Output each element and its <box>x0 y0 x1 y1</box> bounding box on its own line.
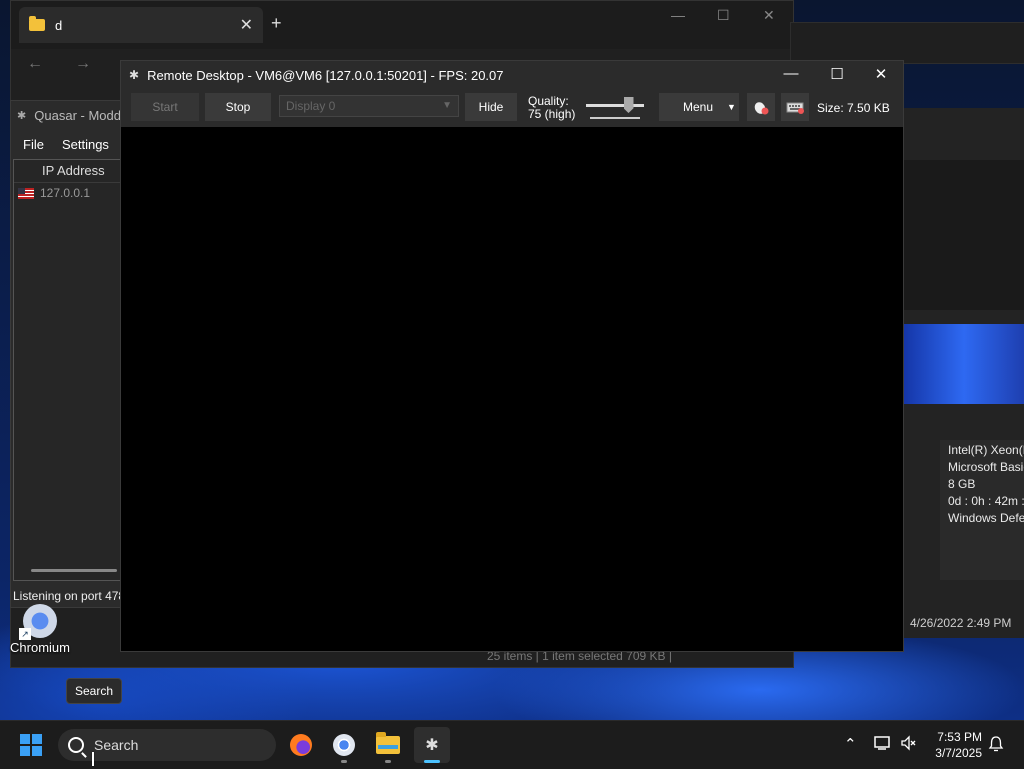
taskbar-chrome[interactable] <box>326 727 362 763</box>
taskbar-firefox[interactable] <box>283 727 319 763</box>
desktop-icon-chromium[interactable]: ↗ Chromium <box>8 604 72 655</box>
chevron-up-icon[interactable]: ⌃ <box>844 735 857 753</box>
folder-icon <box>29 16 45 31</box>
mouse-control-button[interactable] <box>747 93 775 121</box>
desktop-icon-label: Chromium <box>10 640 70 655</box>
list-item[interactable]: 127.0.0.1 <box>14 183 122 203</box>
menu-button[interactable]: Menu ▼ <box>659 93 739 121</box>
sysinfo-gpu: Microsoft Basic <box>948 460 1024 474</box>
taskbar: Search ✱ ⌃ 7:53 PM 3/7/2025 <box>0 720 1024 769</box>
column-ip-address[interactable]: IP Address <box>14 160 122 183</box>
quality-slider[interactable] <box>584 97 648 119</box>
sysinfo-cpu: Intel(R) Xeon(R) <box>948 443 1024 457</box>
explorer-tab-title: d <box>55 17 63 33</box>
taskbar-file-explorer[interactable] <box>370 727 406 763</box>
explorer-tab-bar: d ✕ + — ☐ ✕ <box>11 1 793 49</box>
quality-label: Quality: 75 (high) <box>528 95 575 121</box>
forward-arrow-icon[interactable]: → <box>75 55 91 73</box>
running-indicator <box>385 760 391 763</box>
chevron-down-icon: ▼ <box>442 100 452 111</box>
quality-value: 75 (high) <box>528 107 576 121</box>
volume-muted-icon[interactable] <box>900 735 918 755</box>
explorer-tab[interactable]: d ✕ <box>19 7 263 43</box>
quasar-icon: ✱ <box>425 737 439 754</box>
horizontal-scrollbar[interactable] <box>31 569 117 572</box>
slider-thumb[interactable] <box>623 97 634 113</box>
display-select-value: Display 0 <box>286 99 336 113</box>
taskbar-search-box[interactable]: Search <box>58 729 276 761</box>
explorer-minimize-button[interactable]: — <box>671 7 685 23</box>
date-modified: 4/26/2022 2:49 PM <box>910 616 1012 630</box>
caret-down-icon: ▼ <box>727 102 736 112</box>
frame-size-label: Size: 7.50 KB <box>817 101 890 115</box>
clock-time: 7:53 PM <box>937 730 982 744</box>
mouse-icon <box>754 102 769 115</box>
client-ip: 127.0.0.1 <box>40 186 91 200</box>
remote-desktop-title-bar[interactable]: ✱ Remote Desktop - VM6@VM6 [127.0.0.1:50… <box>121 61 903 89</box>
windows-start-icon[interactable] <box>20 734 42 756</box>
display-select[interactable]: Display 0 ▼ <box>279 95 459 117</box>
rd-minimize-button[interactable]: — <box>771 65 811 82</box>
text-cursor <box>92 752 94 766</box>
quasar-title: Quasar - Modd <box>34 107 121 123</box>
rd-close-button[interactable]: ✕ <box>861 65 901 83</box>
wallpaper-thumbnail <box>904 324 1024 404</box>
chromium-icon: ↗ <box>19 604 57 640</box>
remote-desktop-title: Remote Desktop - VM6@VM6 [127.0.0.1:5020… <box>147 67 504 83</box>
firefox-icon <box>290 734 312 756</box>
search-tooltip: Search <box>66 678 123 704</box>
quasar-status: Listening on port 478 <box>13 589 126 603</box>
taskbar-quasar[interactable]: ✱ <box>414 727 450 763</box>
explorer-close-button[interactable]: ✕ <box>763 7 775 24</box>
background-window[interactable] <box>790 22 1024 64</box>
explorer-maximize-button[interactable]: ☐ <box>717 7 730 24</box>
keyboard-icon <box>786 102 804 114</box>
menu-file[interactable]: File <box>23 137 44 152</box>
slider-base <box>590 117 640 119</box>
running-indicator <box>341 760 347 763</box>
system-info-list: Intel(R) Xeon(R) Microsoft Basic 8 GB 0d… <box>940 440 1024 580</box>
notification-bell-icon[interactable] <box>988 735 1004 757</box>
quasar-menu-bar: File Settings <box>11 129 121 159</box>
shortcut-arrow-icon: ↗ <box>19 628 31 640</box>
remote-desktop-toolbar: Start Stop Display 0 ▼ Hide Quality: 75 … <box>121 89 903 125</box>
active-indicator <box>424 760 440 763</box>
menu-button-label: Menu <box>683 100 714 114</box>
remote-screen-viewport[interactable] <box>121 127 903 651</box>
new-tab-button[interactable]: + <box>271 13 282 34</box>
rd-maximize-button[interactable]: ☐ <box>817 65 857 83</box>
keyboard-control-button[interactable] <box>781 93 809 121</box>
clients-list[interactable]: IP Address 127.0.0.1 <box>13 159 122 581</box>
search-icon <box>68 737 84 753</box>
menu-settings[interactable]: Settings <box>62 137 109 152</box>
quasar-logo-icon: ✱ <box>17 110 27 122</box>
us-flag-icon <box>18 187 34 199</box>
taskbar-clock[interactable]: 7:53 PM 3/7/2025 <box>926 729 982 761</box>
search-placeholder: Search <box>94 737 139 753</box>
hide-button[interactable]: Hide <box>465 93 517 121</box>
quasar-logo-icon: ✱ <box>129 68 140 82</box>
file-explorer-icon <box>376 732 400 754</box>
back-arrow-icon[interactable]: ← <box>27 55 43 73</box>
start-button[interactable]: Start <box>131 93 199 121</box>
remote-desktop-window[interactable]: ✱ Remote Desktop - VM6@VM6 [127.0.0.1:50… <box>120 60 904 652</box>
stop-button[interactable]: Stop <box>205 93 271 121</box>
chrome-icon <box>333 734 355 756</box>
network-icon[interactable] <box>874 735 892 755</box>
close-tab-icon[interactable]: ✕ <box>240 15 253 35</box>
screen-thumbnail <box>904 160 1024 310</box>
clock-date: 3/7/2025 <box>935 746 982 760</box>
slider-track <box>586 104 644 107</box>
sysinfo-uptime: 0d : 0h : 42m : 5 <box>948 494 1024 508</box>
quasar-title-bar: ✱ Quasar - Modd <box>11 101 121 129</box>
sysinfo-antivirus: Windows Defe <box>948 511 1024 525</box>
sysinfo-ram: 8 GB <box>948 477 976 491</box>
quasar-window[interactable]: ✱ Quasar - Modd File Settings IP Address… <box>10 100 125 608</box>
